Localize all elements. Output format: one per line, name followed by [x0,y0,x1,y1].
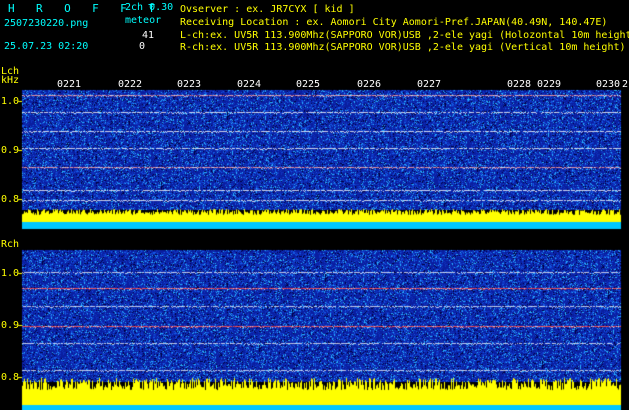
observer-info: Ovserver : ex. JR7CYX [ kid ] [180,4,355,15]
time-tick: 0230 [596,79,621,90]
meteor-label: meteor [125,15,162,26]
lch-ytick: 0.8 [1,194,20,205]
location-info: Receiving Location : ex. Aomori City Aom… [180,17,608,28]
spectrogram-canvas [0,0,629,410]
rch-ytick: 0.8 [1,372,20,383]
time-tick: 2 [622,79,629,90]
rch-ytick: 0.9 [1,320,20,331]
time-tick: 0223 [177,79,202,90]
lch-receiver-info: L-ch:ex. UV5R 113.900Mhz(SAPPORO VOR)USB… [180,30,629,41]
time-tick: 0229 [537,79,562,90]
time-tick: 0222 [118,79,143,90]
filename-label: 2507230220.png [4,18,89,29]
time-tick: 0225 [296,79,321,90]
time-tick: 0227 [417,79,442,90]
lch-ytick: 0.9 [1,145,20,156]
time-tick: 0224 [237,79,262,90]
lch-ytick: 1.0 [1,96,20,107]
time-tick: 0226 [357,79,382,90]
time-tick: 0221 [57,79,82,90]
lch-meteor-count: 41 [142,30,155,41]
rch-ytick: 1.0 [1,268,20,279]
rch-label: Rch [1,239,20,250]
khz-unit-label: kHz [1,75,20,86]
mode-label: 2ch 0.30 [125,2,174,13]
datetime-label: 25.07.23 02:20 [4,41,89,52]
rch-receiver-info: R-ch:ex. UV5R 113.900Mhz(SAPPORO VOR)USB… [180,42,626,53]
time-tick: 0228 [507,79,532,90]
rch-meteor-count: 0 [139,41,146,52]
